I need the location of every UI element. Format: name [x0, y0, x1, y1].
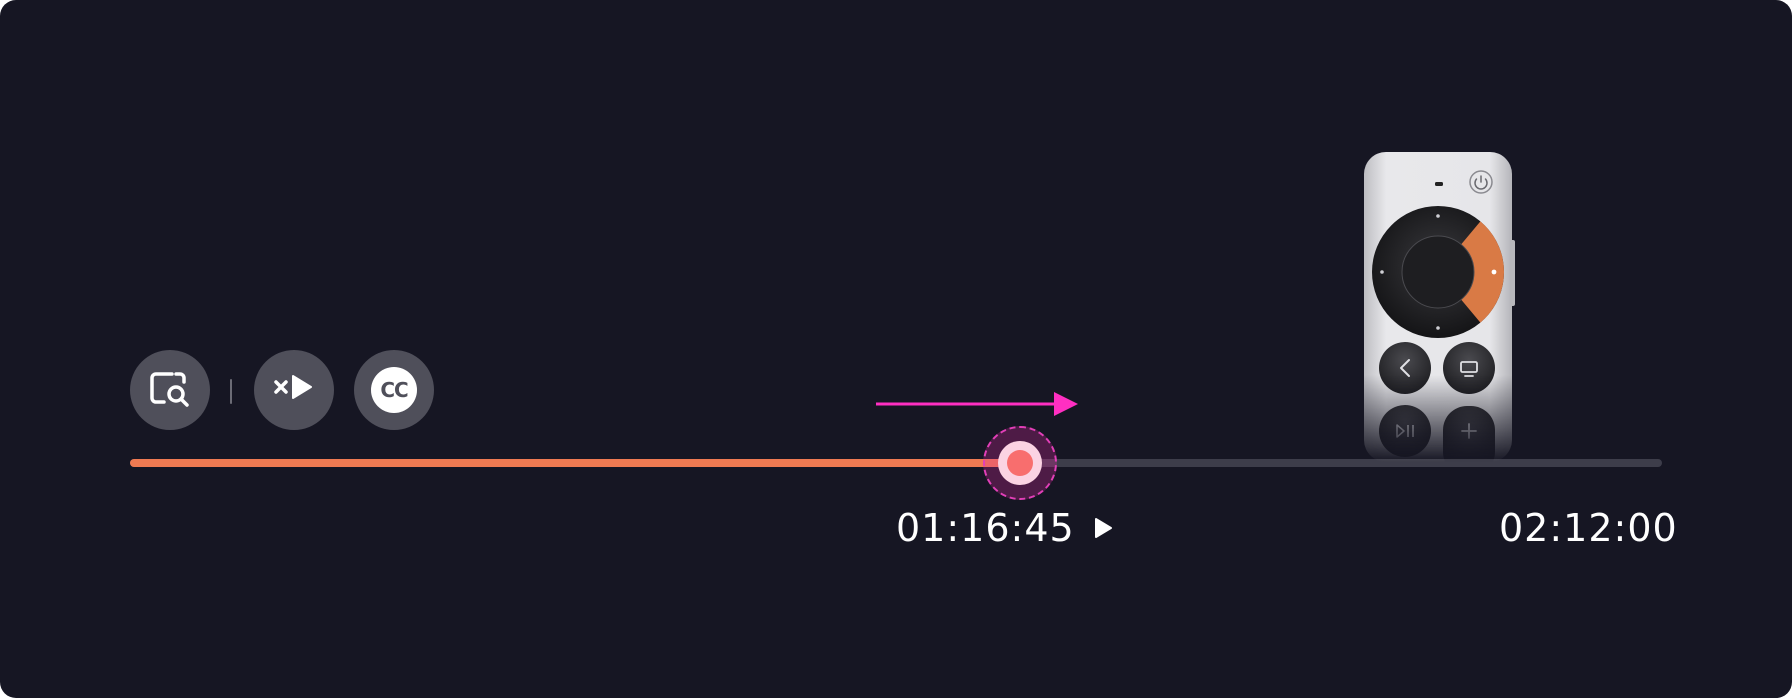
captions-button[interactable]: CC: [354, 350, 434, 430]
play-indicator-icon: [1094, 518, 1112, 538]
skip-play-button[interactable]: [254, 350, 334, 430]
timeline-progress: [130, 459, 1021, 467]
closed-captions-icon: CC: [371, 367, 417, 413]
current-time-group: 01:16:45: [896, 509, 1113, 547]
total-time: 02:12:00: [1499, 506, 1678, 550]
controls-divider: [230, 379, 232, 404]
skip-play-icon: [271, 373, 317, 407]
current-time: 01:16:45: [896, 506, 1075, 550]
screen-search-icon: [146, 368, 194, 412]
siri-remote-icon: [1364, 152, 1516, 476]
scrubber-knob-dot: [1007, 450, 1034, 476]
search-frame-button[interactable]: [130, 350, 210, 430]
player-overlay: CC 01:16:45 02:12:00: [0, 0, 1792, 698]
scrub-direction-arrow-icon: [876, 392, 1078, 416]
captions-label: CC: [380, 378, 408, 402]
